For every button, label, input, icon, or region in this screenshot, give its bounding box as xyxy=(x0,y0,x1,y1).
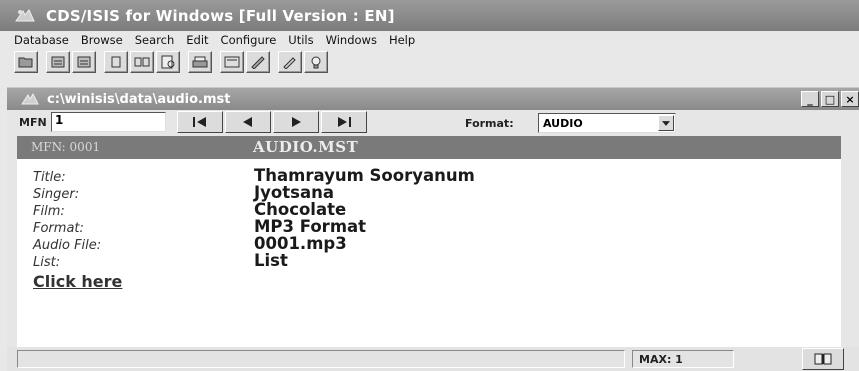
click-here-link[interactable]: Click here xyxy=(33,272,122,291)
records-icon[interactable] xyxy=(130,51,154,73)
print-db-icon[interactable] xyxy=(46,51,70,73)
previous-icon xyxy=(243,117,252,127)
mfn-input[interactable]: 1 xyxy=(51,112,166,132)
app-title: CDS/ISIS for Windows [Full Version : EN] xyxy=(46,6,395,25)
title-label: Title: xyxy=(33,170,66,185)
close-button[interactable]: × xyxy=(841,91,859,107)
list-value: List xyxy=(254,251,288,270)
menu-configure[interactable]: Configure xyxy=(221,33,277,47)
database-name: AUDIO.MST xyxy=(253,138,359,156)
browse-icon[interactable] xyxy=(156,51,180,73)
menu-edit[interactable]: Edit xyxy=(186,33,208,47)
application-window: CDS/ISIS for Windows [Full Version : EN]… xyxy=(0,0,859,371)
document-title-bar[interactable]: c:\winisis\data\audio.mst _ □ × xyxy=(7,88,859,110)
menu-help[interactable]: Help xyxy=(389,33,415,47)
record-header: MFN: 0001 AUDIO.MST xyxy=(17,136,841,159)
singer-label: Singer: xyxy=(33,187,80,202)
menu-bar: Database Browse Search Edit Configure Ut… xyxy=(0,31,859,48)
cds-isis-logo-icon xyxy=(14,7,36,25)
document-title: c:\winisis\data\audio.mst xyxy=(47,91,231,107)
next-icon xyxy=(292,117,301,127)
format-select[interactable]: AUDIO xyxy=(538,113,676,133)
last-icon xyxy=(338,117,351,127)
app-title-bar[interactable]: CDS/ISIS for Windows [Full Version : EN] xyxy=(0,0,859,31)
toolbar xyxy=(0,48,859,76)
open-folder-icon[interactable] xyxy=(14,51,38,73)
book-button[interactable] xyxy=(802,348,844,370)
maximize-button[interactable]: □ xyxy=(821,91,839,107)
printer-icon[interactable] xyxy=(188,51,212,73)
help-bulb-icon[interactable] xyxy=(304,51,328,73)
mfn-label: MFN xyxy=(19,116,47,129)
format-label: Format: xyxy=(465,117,514,130)
first-icon xyxy=(193,117,206,127)
book-icon xyxy=(814,353,832,365)
document-window: c:\winisis\data\audio.mst _ □ × MFN 1 Fo… xyxy=(7,87,859,371)
record-display: Title: Thamrayum Sooryanum Singer: Jyots… xyxy=(17,159,841,347)
max-records-indicator: MAX: 1 xyxy=(632,350,734,368)
status-message xyxy=(17,350,625,368)
next-record-button[interactable] xyxy=(273,111,319,133)
minimize-button[interactable]: _ xyxy=(801,91,819,107)
audio-file-label: Audio File: xyxy=(33,238,102,253)
document-logo-icon xyxy=(21,92,39,106)
record-icon[interactable] xyxy=(104,51,128,73)
chevron-down-icon[interactable] xyxy=(658,115,674,131)
print-db-2-icon[interactable] xyxy=(72,51,96,73)
first-record-button[interactable] xyxy=(177,111,223,133)
film-label: Film: xyxy=(33,204,65,219)
menu-search[interactable]: Search xyxy=(135,33,175,47)
form-icon[interactable] xyxy=(220,51,244,73)
last-record-button[interactable] xyxy=(321,111,367,133)
status-bar: MAX: 1 xyxy=(7,347,859,371)
menu-browse[interactable]: Browse xyxy=(81,33,123,47)
menu-database[interactable]: Database xyxy=(14,33,69,47)
edit-icon[interactable] xyxy=(246,51,270,73)
menu-utils[interactable]: Utils xyxy=(288,33,313,47)
format-field-label: Format: xyxy=(33,221,84,236)
pencil-icon[interactable] xyxy=(278,51,302,73)
menu-windows[interactable]: Windows xyxy=(326,33,377,47)
navigation-row: MFN 1 Format: AUDIO xyxy=(7,110,859,136)
previous-record-button[interactable] xyxy=(225,111,271,133)
format-value: AUDIO xyxy=(543,116,583,130)
record-mfn: MFN: 0001 xyxy=(31,140,101,154)
list-label: List: xyxy=(33,255,61,270)
